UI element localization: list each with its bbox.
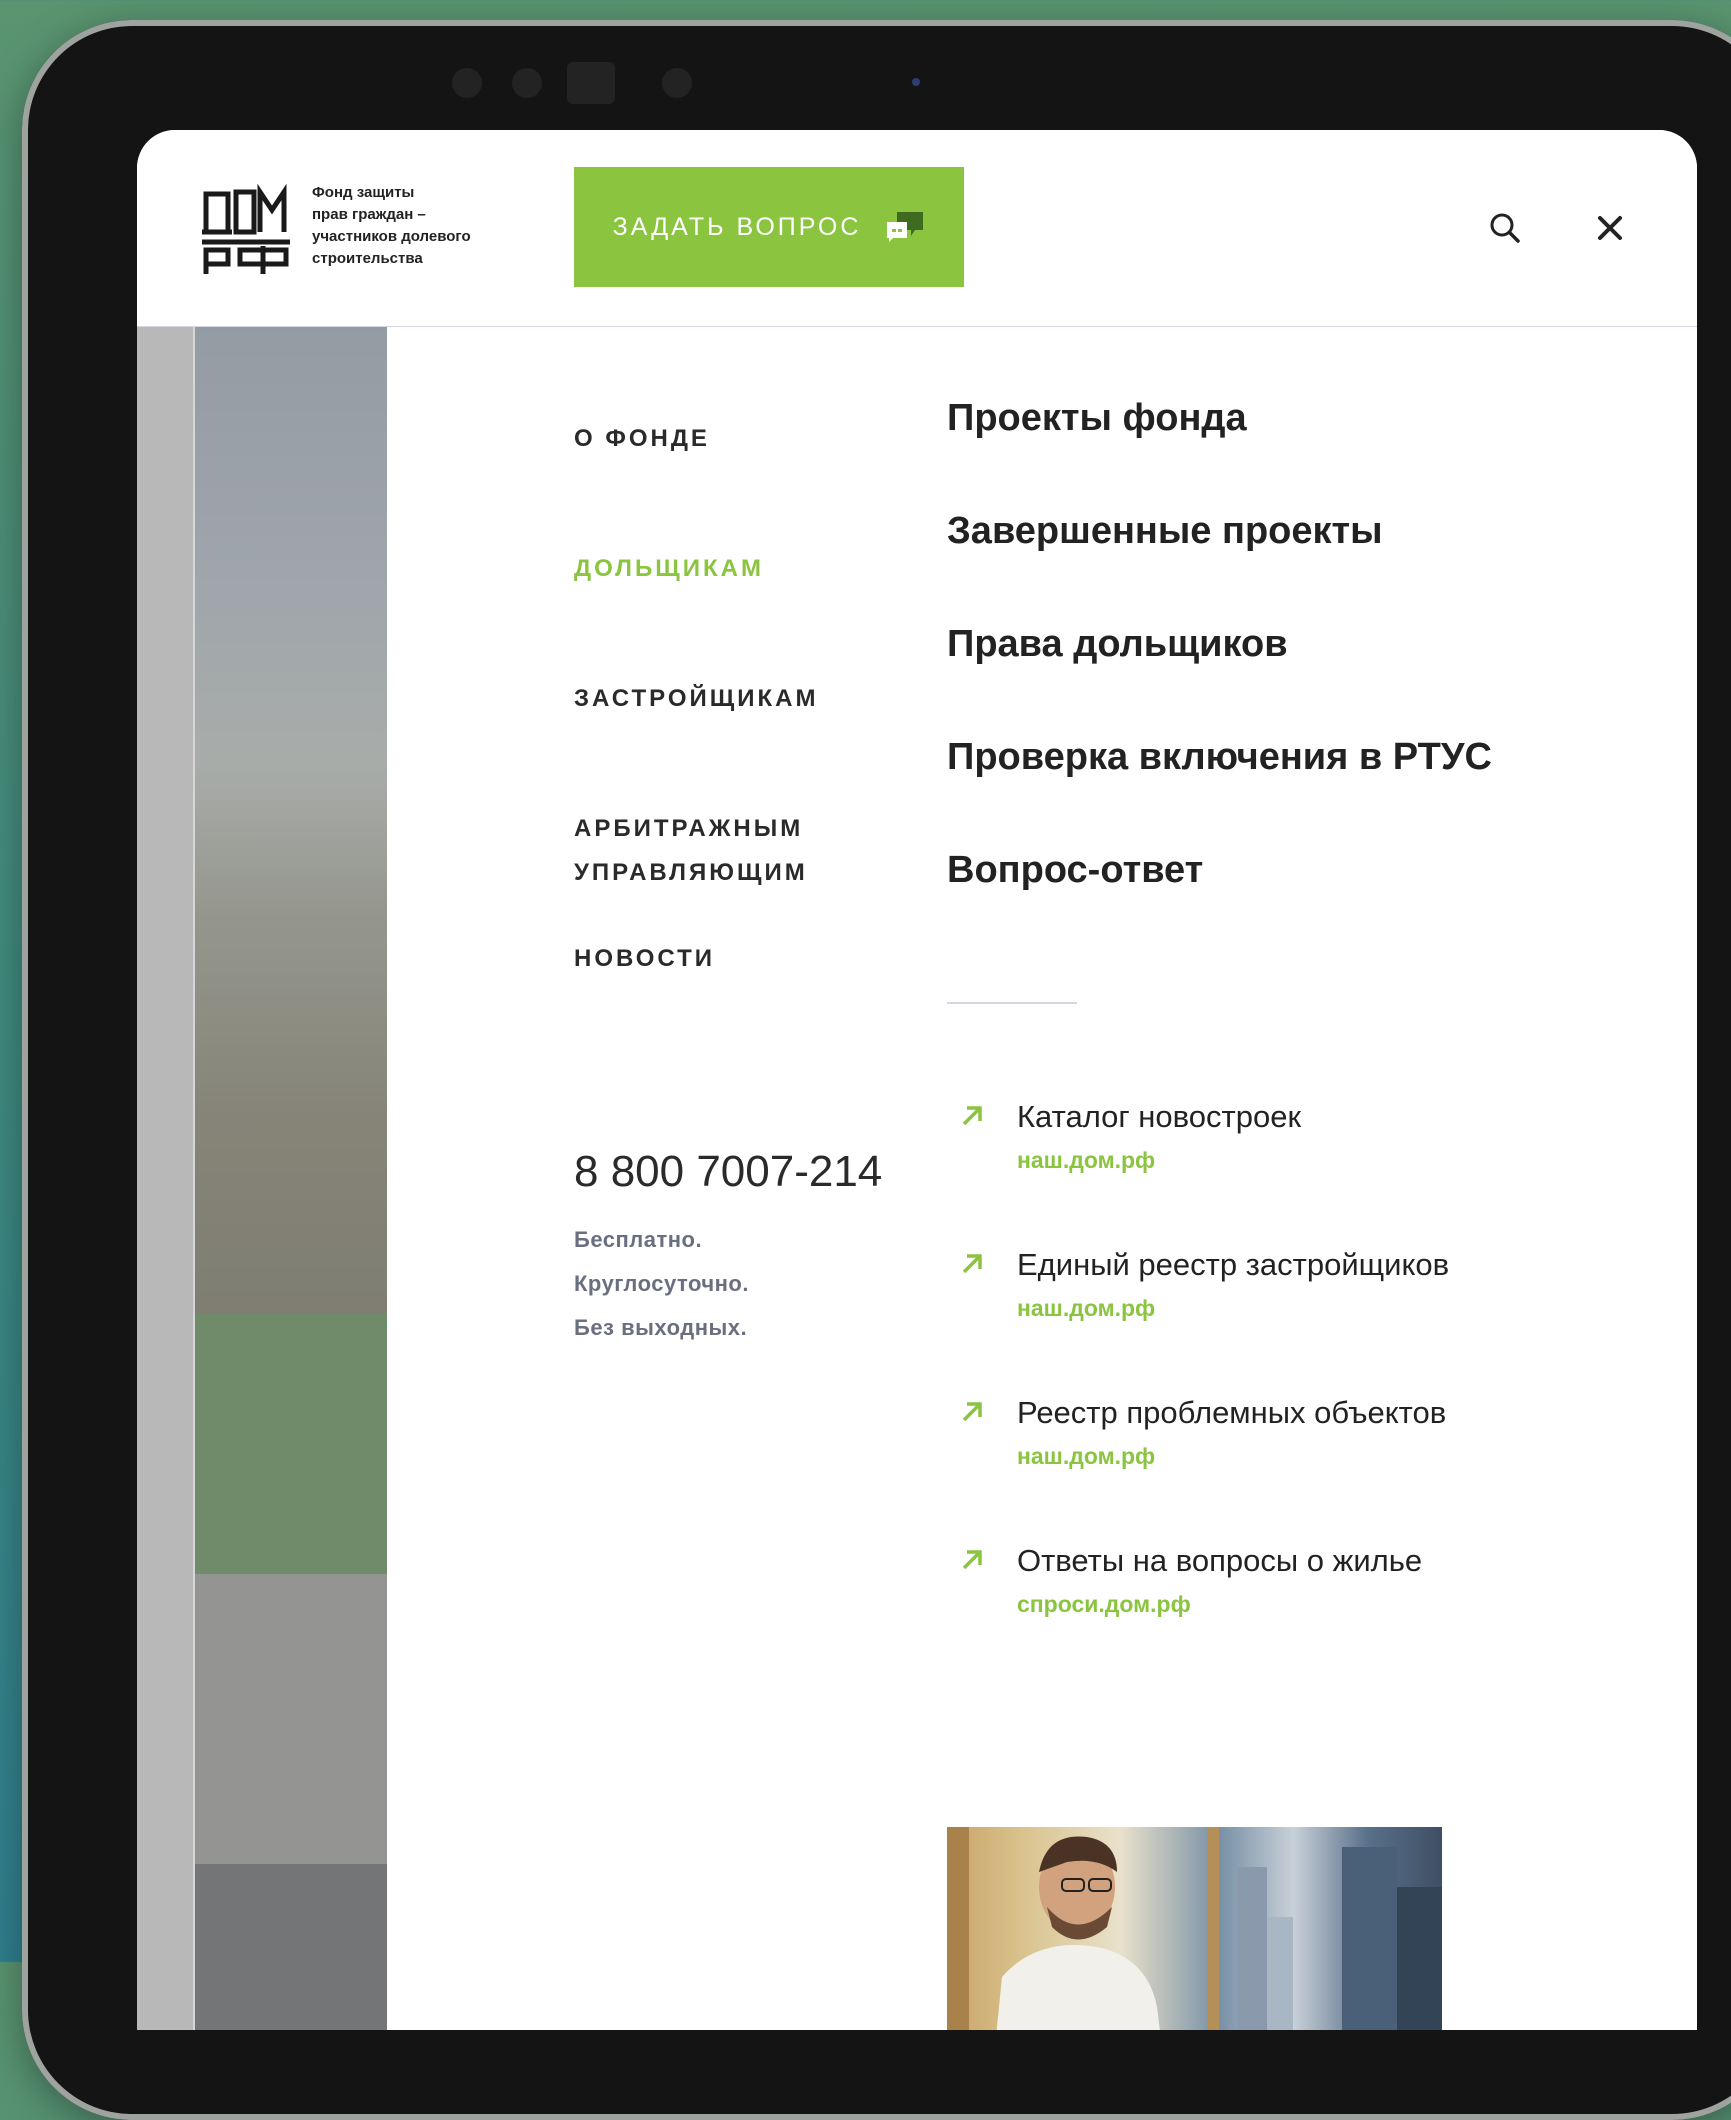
- camera-sensor: [512, 68, 542, 98]
- site-header: Фонд защиты прав граждан – участников до…: [137, 130, 1697, 326]
- screen: Фонд защиты прав граждан – участников до…: [137, 130, 1697, 2030]
- arrow-up-right-icon: [962, 1254, 982, 1274]
- ask-question-button[interactable]: ЗАДАТЬ ВОПРОС: [574, 167, 964, 287]
- external-link-url: наш.дом.рф: [1017, 1147, 1156, 1173]
- submenu-divider: [947, 1002, 1077, 1004]
- tablet-frame: Фонд защиты прав граждан – участников до…: [22, 20, 1731, 2120]
- nav-item-news[interactable]: НОВОСТИ: [574, 937, 715, 981]
- hotline-phone[interactable]: 8 800 7007-214: [574, 1147, 882, 1197]
- external-link-title: Ответы на вопросы о жилье: [1017, 1543, 1423, 1578]
- nav-item-developers[interactable]: ЗАСТРОЙЩИКАМ: [574, 677, 818, 721]
- submenu-item[interactable]: Вопрос-ответ: [947, 849, 1203, 892]
- ask-question-label: ЗАДАТЬ ВОПРОС: [612, 212, 862, 241]
- camera-indicator: [912, 78, 920, 86]
- man-with-phone-image: [947, 1827, 1442, 2030]
- close-icon[interactable]: [1592, 210, 1628, 246]
- camera-sensor: [662, 68, 692, 98]
- external-link-title: Каталог новостроек: [1017, 1099, 1302, 1134]
- external-link[interactable]: Ответы на вопросы о жилье спроси.дом.рф: [947, 1543, 1597, 1633]
- logo-caption-line: Фонд защиты: [312, 184, 415, 201]
- submenu-item[interactable]: Проекты фонда: [947, 397, 1247, 440]
- external-link-title: Реестр проблемных объектов: [1017, 1395, 1447, 1430]
- nav-item-shareholders[interactable]: ДОЛЬЩИКАМ: [574, 547, 764, 591]
- external-link-url: наш.дом.рф: [1017, 1295, 1156, 1321]
- hotline-note: Без выходных.: [574, 1315, 748, 1340]
- external-link[interactable]: Каталог новостроек наш.дом.рф: [947, 1099, 1597, 1189]
- camera-sensor: [452, 68, 482, 98]
- external-link-title: Единый реестр застройщиков: [1017, 1247, 1450, 1282]
- submenu-item[interactable]: Права дольщиков: [947, 623, 1288, 666]
- logo-caption: Фонд защиты прав граждан – участников до…: [312, 182, 512, 270]
- submenu-item[interactable]: Проверка включения в РТУС: [947, 736, 1492, 779]
- dom-rf-logo[interactable]: [200, 180, 292, 276]
- hotline-note: Круглосуточно.: [574, 1271, 749, 1296]
- nav-item-arbitration[interactable]: АРБИТРАЖНЫМ: [574, 807, 803, 851]
- hotline-note: Бесплатно.: [574, 1227, 703, 1252]
- nav-item-managers[interactable]: УПРАВЛЯЮЩИМ: [574, 851, 808, 895]
- arrow-up-right-icon: [962, 1106, 982, 1126]
- logo-caption-line: прав граждан –: [312, 206, 426, 223]
- logo-caption-line: участников долевого: [312, 228, 471, 245]
- submenu-item[interactable]: Завершенные проекты: [947, 510, 1383, 553]
- chat-bubbles-icon: [887, 212, 924, 242]
- external-link[interactable]: Единый реестр застройщиков наш.дом.рф: [947, 1247, 1597, 1337]
- arrow-up-right-icon: [962, 1402, 982, 1422]
- external-link[interactable]: Реестр проблемных объектов наш.дом.рф: [947, 1395, 1597, 1485]
- external-link-url: спроси.дом.рф: [1017, 1591, 1191, 1617]
- menu-panel: О ФОНДЕ ДОЛЬЩИКАМ ЗАСТРОЙЩИКАМ АРБИТРАЖН…: [387, 327, 1697, 2030]
- camera-sensor: [567, 62, 615, 104]
- search-icon[interactable]: [1487, 210, 1523, 246]
- external-link-url: наш.дом.рф: [1017, 1443, 1156, 1469]
- overlay-dim: [137, 314, 393, 2030]
- nav-item-about[interactable]: О ФОНДЕ: [574, 417, 710, 461]
- promo-photo[interactable]: [947, 1827, 1442, 2030]
- logo-caption-line: строительства: [312, 250, 423, 267]
- arrow-up-right-icon: [962, 1550, 982, 1570]
